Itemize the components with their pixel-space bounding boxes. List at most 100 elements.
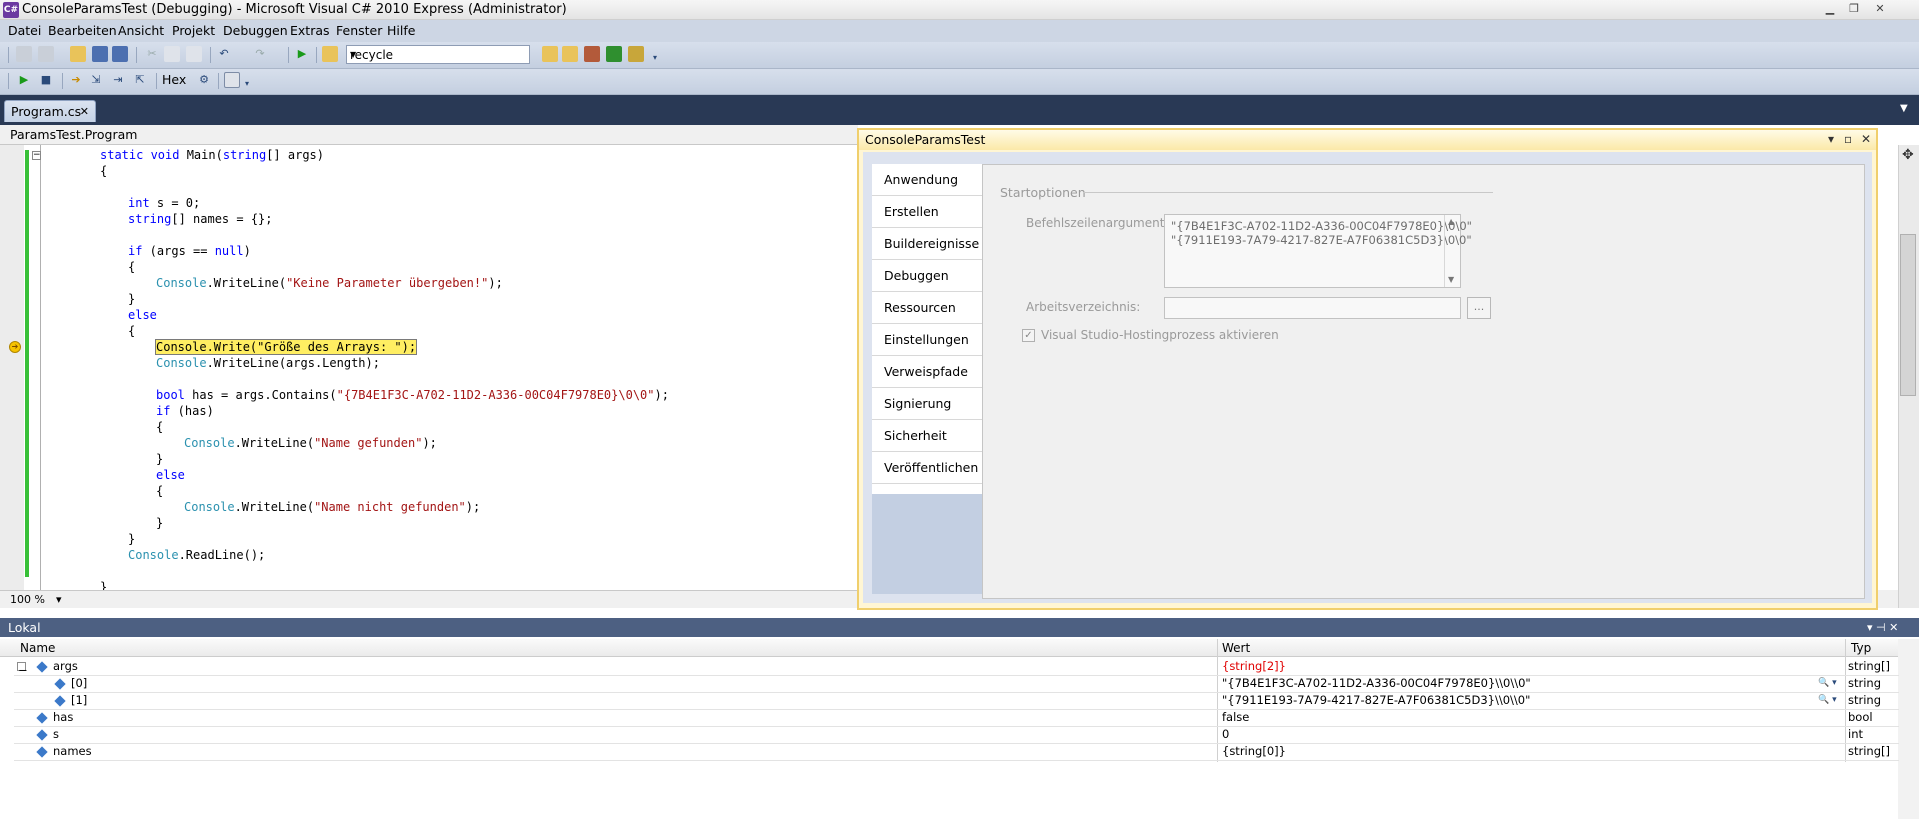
variable-value[interactable]: {string[0]} [1222, 744, 1286, 759]
variable-value[interactable]: false [1222, 710, 1249, 725]
menu-hilfe[interactable]: Hilfe [387, 23, 415, 39]
text-visualizer-icon[interactable]: 🔍 ▾ [1818, 693, 1837, 708]
menu-fenster[interactable]: Fenster [336, 23, 382, 39]
textarea-scrollbar[interactable]: ▲ ▼ [1444, 215, 1460, 287]
stop-icon[interactable]: ■ [38, 72, 54, 88]
tab-sicherheit[interactable]: Sicherheit [872, 420, 982, 452]
column-type[interactable]: Typ [1851, 641, 1871, 655]
menu-bearbeiten[interactable]: Bearbeiten [48, 23, 117, 39]
redo-icon[interactable]: ↷ [252, 46, 268, 62]
collapse-icon[interactable]: − [32, 151, 41, 160]
paste-icon[interactable] [186, 46, 202, 62]
solution-explorer-icon[interactable] [542, 46, 558, 62]
continue-icon[interactable]: ▶ [16, 72, 32, 88]
hosting-checkbox[interactable]: ✓ [1022, 329, 1035, 342]
column-name[interactable]: Name [20, 641, 55, 655]
object-browser-icon[interactable] [606, 46, 622, 62]
collapse-icon[interactable]: − [17, 662, 28, 677]
windows-icon[interactable] [224, 72, 240, 88]
tab-program-cs[interactable]: Program.cs ✕ [4, 100, 96, 122]
hex-toggle-button[interactable]: Hex [162, 72, 186, 88]
tab-debuggen[interactable]: Debuggen [872, 260, 984, 292]
chevron-down-icon[interactable]: ▼ [350, 46, 527, 63]
toolbar-options-icon[interactable]: ▾ [650, 50, 660, 66]
workdir-input[interactable] [1164, 297, 1461, 319]
scrollbar-thumb[interactable] [1900, 234, 1916, 396]
split-icon[interactable]: ✥ [1902, 147, 1914, 163]
toolbox-icon[interactable] [584, 46, 600, 62]
zoom-level[interactable]: 100 % [10, 592, 45, 607]
menu-ansicht[interactable]: Ansicht [118, 23, 164, 39]
project-window-titlebar[interactable]: ConsoleParamsTest ▾ ▫ ✕ [859, 130, 1876, 150]
restore-button[interactable]: ❐ [1842, 1, 1866, 17]
extension-manager-icon[interactable] [628, 46, 644, 62]
tab-veroeffentlichen[interactable]: Veröffentlichen [872, 452, 982, 484]
code-line: Console.WriteLine("Keine Parameter überg… [156, 275, 503, 291]
close-button[interactable]: ✕ [1868, 1, 1892, 17]
variable-value[interactable]: {string[2]} [1222, 659, 1286, 674]
step-into-icon[interactable]: ⇲ [88, 72, 104, 88]
exception-icon[interactable]: ⚙ [196, 72, 212, 88]
table-row[interactable]: has false bool [14, 710, 1899, 727]
table-row[interactable]: s 0 int [14, 727, 1899, 744]
find-in-files-icon[interactable] [322, 46, 338, 62]
variable-name: names [53, 744, 92, 758]
chevron-down-icon[interactable]: ▼ [1448, 275, 1454, 284]
step-over-icon[interactable]: ⇥ [110, 72, 126, 88]
save-icon[interactable] [92, 46, 108, 62]
tab-erstellen[interactable]: Erstellen [872, 196, 982, 228]
table-row[interactable]: [1] "{7911E193-7A79-4217-827E-A7F06381C5… [14, 693, 1899, 710]
cut-icon[interactable]: ✂ [144, 46, 160, 62]
minimize-button[interactable]: ▁ [1818, 1, 1842, 17]
indicator-margin[interactable] [0, 145, 24, 590]
chevron-down-icon[interactable]: ▾ [56, 592, 62, 607]
table-row[interactable]: − args {string[2]} string[] [14, 659, 1899, 677]
tab-ressourcen[interactable]: Ressourcen [872, 292, 982, 324]
menu-datei[interactable]: Datei [8, 23, 41, 39]
menu-extras[interactable]: Extras [290, 23, 330, 39]
browse-button[interactable]: ... [1467, 297, 1491, 319]
tab-anwendung[interactable]: Anwendung [872, 164, 982, 196]
search-combo[interactable]: recycle ▼ [346, 45, 530, 64]
properties-icon[interactable] [562, 46, 578, 62]
variable-value[interactable]: 0 [1222, 727, 1229, 742]
show-next-statement-icon[interactable]: ➔ [68, 72, 84, 88]
window-position-icon[interactable]: ▾ [1828, 131, 1834, 147]
code-token: [] names = {}; [171, 212, 273, 226]
close-icon[interactable]: ✕ [80, 104, 89, 119]
locals-scrollbar[interactable] [1898, 639, 1919, 819]
code-token: ); [654, 388, 669, 402]
undo-icon[interactable]: ↶ [216, 46, 232, 62]
open-file-icon[interactable] [70, 46, 86, 62]
close-icon[interactable]: ✕ [1861, 131, 1871, 147]
code-line: if (has) [156, 403, 214, 419]
add-item-icon[interactable] [38, 46, 54, 62]
table-row[interactable]: names {string[0]} string[] [14, 744, 1899, 761]
chevron-up-icon[interactable]: ▲ [1448, 217, 1454, 226]
text-visualizer-icon[interactable]: 🔍 ▾ [1818, 676, 1837, 691]
tab-signierung[interactable]: Signierung [872, 388, 982, 420]
tab-verweispfade[interactable]: Verweispfade [872, 356, 982, 388]
variable-value[interactable]: "{7B4E1F3C-A702-11D2-A336-00C04F7978E0}\… [1222, 676, 1531, 691]
locals-titlebar[interactable]: Lokal ▾ ⊣ ✕ [0, 618, 1919, 637]
copy-icon[interactable] [164, 46, 180, 62]
menu-debuggen[interactable]: Debuggen [223, 23, 288, 39]
variable-value[interactable]: "{7911E193-7A79-4217-827E-A7F06381C5D3}\… [1222, 693, 1530, 708]
code-line: Console.WriteLine(args.Length); [156, 355, 380, 371]
code-token: Console [156, 340, 207, 354]
type-navigation-bar[interactable]: ParamsTest.Program [0, 125, 858, 145]
tab-einstellungen[interactable]: Einstellungen [872, 324, 982, 356]
column-value[interactable]: Wert [1222, 641, 1250, 655]
window-controls-icon[interactable]: ▾ ⊣ ✕ [1867, 619, 1898, 636]
step-out-icon[interactable]: ⇱ [132, 72, 148, 88]
save-all-icon[interactable] [112, 46, 128, 62]
menu-projekt[interactable]: Projekt [172, 23, 215, 39]
maximize-icon[interactable]: ▫ [1844, 131, 1852, 147]
toolbar-options-icon[interactable]: ▾ [242, 76, 252, 92]
new-project-icon[interactable] [16, 46, 32, 62]
start-debugging-icon[interactable]: ▶ [294, 46, 310, 62]
tab-buildereignisse[interactable]: Buildereignisse [872, 228, 982, 260]
tab-list-icon[interactable]: ▼ [1900, 103, 1908, 114]
table-row[interactable]: [0] "{7B4E1F3C-A702-11D2-A336-00C04F7978… [14, 676, 1899, 693]
cmdline-args-textarea[interactable]: "{7B4E1F3C-A702-11D2-A336-00C04F7978E0}\… [1164, 214, 1472, 288]
